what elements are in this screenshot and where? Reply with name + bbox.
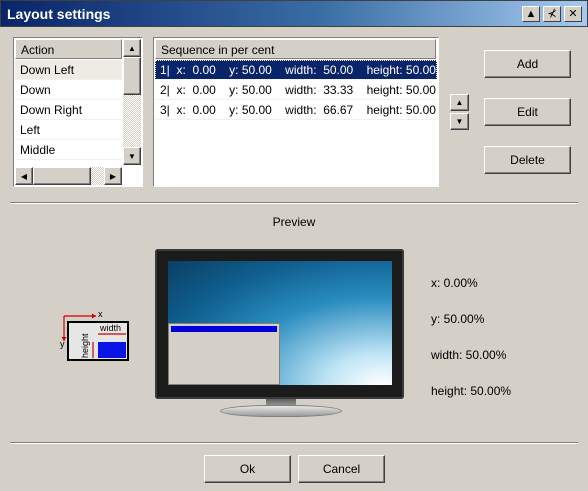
arrow-down-icon: ▼: [455, 117, 464, 126]
pin-icon: ⊀: [547, 7, 557, 20]
move-up-button[interactable]: ▲: [450, 94, 469, 111]
width-label: width: [99, 323, 121, 333]
close-icon: ✕: [568, 7, 578, 20]
action-item[interactable]: Left: [15, 120, 122, 140]
width-value: width: 50.00%: [431, 348, 507, 362]
scroll-right-button[interactable]: ▶: [104, 167, 122, 185]
move-down-button[interactable]: ▼: [450, 113, 469, 130]
monitor-screen: [168, 261, 392, 385]
monitor-stand-base: [220, 405, 342, 417]
scroll-down-button[interactable]: ▼: [123, 147, 141, 165]
action-item[interactable]: Down: [15, 80, 122, 100]
scroll-thumb[interactable]: [33, 167, 91, 185]
cancel-button[interactable]: Cancel: [298, 455, 385, 483]
preview-window: [168, 323, 280, 385]
action-items: Down Left Down Down Right Left Middle: [15, 60, 122, 160]
collapse-button[interactable]: ▲: [522, 6, 540, 22]
action-item[interactable]: Down Right: [15, 100, 122, 120]
edit-button[interactable]: Edit: [484, 98, 571, 126]
arrow-down-icon: ▼: [128, 151, 136, 161]
height-value: height: 50.00%: [431, 384, 512, 398]
sequence-item[interactable]: 1| x: 0.00 y: 50.00 width: 50.00 height:…: [155, 60, 437, 80]
arrow-left-icon: ◀: [20, 171, 28, 181]
separator: [10, 202, 578, 204]
sequence-item[interactable]: 3| x: 0.00 y: 50.00 width: 66.67 height:…: [155, 100, 437, 120]
arrow-up-icon: ▲: [128, 43, 136, 53]
preview-window-titlebar: [171, 326, 277, 332]
separator: [10, 442, 578, 444]
arrow-up-icon: ▲: [455, 98, 464, 107]
action-horizontal-scrollbar[interactable]: ◀ ▶: [15, 167, 122, 185]
close-button[interactable]: ✕: [564, 6, 582, 22]
triangle-up-icon: ▲: [525, 7, 537, 20]
window-title: Layout settings: [7, 6, 111, 22]
layout-legend-diagram: x y width height: [60, 310, 129, 361]
scroll-thumb[interactable]: [123, 57, 141, 95]
action-column-header[interactable]: Action: [15, 39, 122, 59]
arrow-right-icon: ▶: [109, 171, 117, 181]
x-label: x: [98, 310, 103, 319]
action-item[interactable]: Down Left: [15, 60, 122, 80]
pin-button[interactable]: ⊀: [543, 6, 561, 22]
height-label: height: [80, 333, 90, 358]
sequence-items: 1| x: 0.00 y: 50.00 width: 50.00 height:…: [155, 60, 437, 120]
action-vertical-scrollbar[interactable]: ▲ ▼: [123, 39, 141, 165]
monitor-preview: [155, 249, 404, 399]
sequence-list[interactable]: Sequence in per cent 1| x: 0.00 y: 50.00…: [153, 37, 439, 187]
preview-label: Preview: [272, 215, 316, 229]
y-value: y: 50.00%: [431, 312, 485, 326]
action-item[interactable]: Middle: [15, 140, 122, 160]
ok-button[interactable]: Ok: [204, 455, 291, 483]
x-value: x: 0.00%: [431, 276, 478, 290]
title-bar: Layout settings ▲ ⊀ ✕: [0, 0, 588, 27]
sequence-column-header[interactable]: Sequence in per cent: [155, 39, 436, 59]
scroll-left-button[interactable]: ◀: [15, 167, 33, 185]
sequence-item[interactable]: 2| x: 0.00 y: 50.00 width: 33.33 height:…: [155, 80, 437, 100]
scroll-up-button[interactable]: ▲: [123, 39, 141, 57]
delete-button[interactable]: Delete: [484, 146, 571, 174]
legend-area: [98, 342, 126, 358]
add-button[interactable]: Add: [484, 50, 571, 78]
action-list[interactable]: Action Down Left Down Down Right Left Mi…: [13, 37, 143, 187]
y-label: y: [60, 339, 65, 349]
